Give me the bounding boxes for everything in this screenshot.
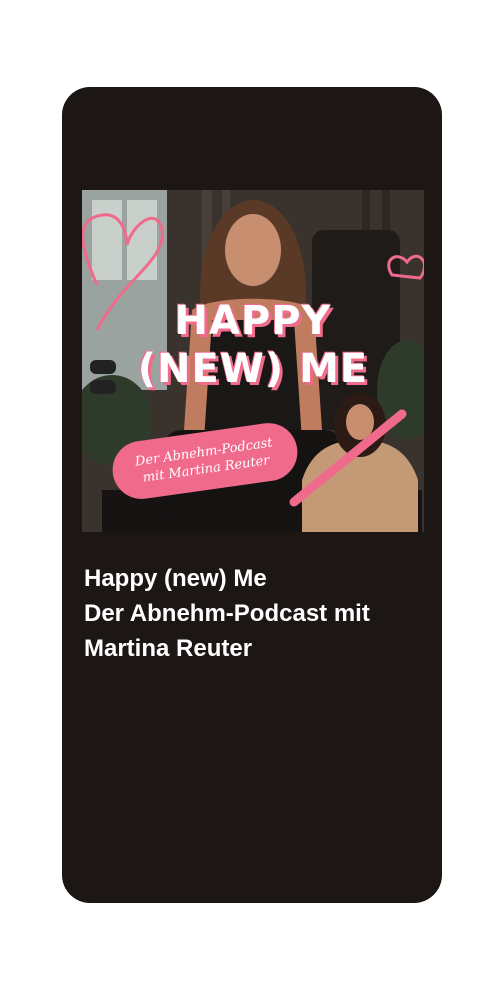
- podcast-subtitle-line1: Der Abnehm-Podcast mit: [84, 600, 370, 627]
- podcast-subtitle-line2: Martina Reuter: [84, 635, 253, 662]
- cover-title-line1: HAPPY: [174, 298, 332, 344]
- podcast-card[interactable]: HAPPY (NEW) ME Der Abnehm-Podcast mit Ma…: [62, 87, 442, 903]
- podcast-cover-art[interactable]: HAPPY (NEW) ME Der Abnehm-Podcast mit Ma…: [82, 190, 424, 532]
- cover-title-line2: (NEW) ME: [137, 346, 369, 392]
- podcast-info: Happy (new) Me Der Abnehm-Podcast mit Ma…: [84, 561, 434, 666]
- podcast-title: Happy (new) Me: [84, 565, 267, 592]
